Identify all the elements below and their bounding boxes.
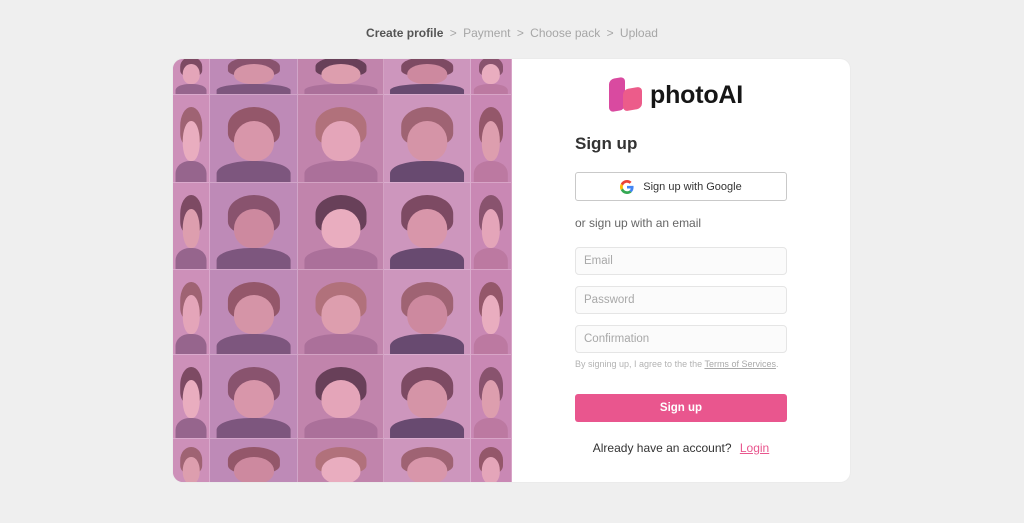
breadcrumb-step-payment: Payment xyxy=(463,26,511,40)
portrait-tile xyxy=(384,355,471,439)
signup-form: photoAI Sign up Sign up with Google or s… xyxy=(512,59,850,482)
portrait-tile xyxy=(298,95,384,183)
confirmation-field[interactable] xyxy=(575,325,787,353)
portrait-tile xyxy=(173,59,210,95)
portrait-tile xyxy=(471,59,512,95)
portrait-tile xyxy=(384,270,471,355)
portrait-tile xyxy=(298,270,384,355)
breadcrumb-separator: > xyxy=(449,26,457,40)
portrait-tile xyxy=(384,59,471,95)
email-field[interactable] xyxy=(575,247,787,275)
portrait-tile xyxy=(298,439,384,482)
login-link[interactable]: Login xyxy=(740,441,769,455)
portrait-tile xyxy=(210,439,298,482)
logo-mark-icon xyxy=(609,76,645,113)
breadcrumb-separator: > xyxy=(606,26,614,40)
portrait-tile xyxy=(173,183,210,270)
breadcrumb-step-create-profile: Create profile xyxy=(366,26,444,40)
google-signup-button[interactable]: Sign up with Google xyxy=(575,172,787,201)
terms-of-services-link[interactable]: Terms of Services xyxy=(704,359,776,369)
breadcrumb: Create profile > Payment > Choose pack >… xyxy=(0,26,1024,40)
portrait-mosaic-image xyxy=(173,59,512,482)
portrait-tile xyxy=(471,355,512,439)
portrait-tile xyxy=(210,355,298,439)
portrait-tile xyxy=(210,59,298,95)
portrait-tile xyxy=(210,183,298,270)
login-row: Already have an account? Login xyxy=(512,441,850,455)
google-g-icon xyxy=(620,179,634,194)
portrait-tile xyxy=(173,439,210,482)
breadcrumb-step-choose-pack: Choose pack xyxy=(530,26,601,40)
logo-text: photoAI xyxy=(650,80,744,109)
portrait-tile xyxy=(173,95,210,183)
email-signup-hint: or sign up with an email xyxy=(575,216,702,230)
portrait-tile xyxy=(384,95,471,183)
breadcrumb-step-upload: Upload xyxy=(619,26,658,40)
terms-prefix: By signing up, I agree to the the xyxy=(575,359,705,369)
password-field[interactable] xyxy=(575,286,787,314)
signup-button[interactable]: Sign up xyxy=(575,394,787,422)
terms-suffix: . xyxy=(775,359,779,369)
google-signup-label: Sign up with Google xyxy=(643,180,742,193)
portrait-tile xyxy=(298,183,384,270)
page-title: Sign up xyxy=(575,134,638,153)
portrait-tile xyxy=(471,95,512,183)
portrait-tile xyxy=(173,355,210,439)
breadcrumb-separator: > xyxy=(516,26,524,40)
portrait-tile xyxy=(298,59,384,95)
portrait-tile xyxy=(471,183,512,270)
portrait-tile xyxy=(384,439,471,482)
portrait-tile xyxy=(210,270,298,355)
login-prompt: Already have an account? xyxy=(592,441,732,455)
portrait-tile xyxy=(471,270,512,355)
portrait-tile xyxy=(471,439,512,482)
photoai-logo: photoAI xyxy=(609,76,744,113)
portrait-tile xyxy=(384,183,471,270)
portrait-tile xyxy=(210,95,298,183)
portrait-tile xyxy=(298,355,384,439)
signup-card: photoAI Sign up Sign up with Google or s… xyxy=(173,59,850,482)
terms-notice: By signing up, I agree to the the Terms … xyxy=(575,359,780,370)
portrait-tile xyxy=(173,270,210,355)
